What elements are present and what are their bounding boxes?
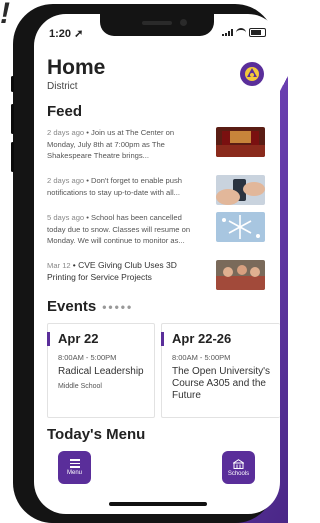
- speaker: [142, 21, 172, 25]
- app-screen: 1:20 ➚ Home District Feed 2 days ago • J…: [34, 14, 280, 514]
- feed-item-date: 2 days ago: [47, 128, 85, 137]
- mascot-logo-icon: [245, 67, 259, 81]
- event-title: The Open University's Course A305 and th…: [172, 366, 271, 401]
- feed-item-text: 2 days ago • Join us at The Center on Mo…: [47, 127, 199, 162]
- notch: [100, 14, 214, 36]
- hamburger-icon: [69, 459, 80, 468]
- status-icons: [222, 28, 266, 37]
- page-subtitle: District: [47, 81, 78, 92]
- feed-item-text: Mar 12 • CVE Giving Club Uses 3D Printin…: [47, 260, 199, 283]
- phone-hands-thumbnail: [216, 175, 265, 205]
- school-building-icon: [233, 458, 244, 469]
- mute-switch: [11, 76, 14, 92]
- home-indicator[interactable]: [109, 502, 207, 506]
- feed-item[interactable]: 2 days ago • Don't forget to enable push…: [47, 175, 265, 215]
- events-header: Events •••••: [47, 298, 133, 315]
- event-card[interactable]: Apr 22 8:00AM - 5:00PM Radical Leadershi…: [47, 323, 155, 418]
- wifi-icon: [236, 28, 246, 37]
- snowflake-thumbnail: [216, 212, 265, 242]
- battery-icon: [249, 28, 266, 37]
- status-time: 1:20 ➚: [49, 28, 84, 40]
- event-date: Apr 22: [58, 331, 99, 346]
- feed-item-date: 2 days ago: [47, 176, 85, 185]
- feed-item-date: 5 days ago: [47, 213, 85, 222]
- event-time: 8:00AM - 5:00PM: [172, 353, 231, 362]
- classroom-thumbnail: [216, 260, 265, 290]
- corner-mark: !: [0, 0, 10, 30]
- volume-up-button: [11, 104, 14, 134]
- event-card[interactable]: Apr 22-26 8:00AM - 5:00PM The Open Unive…: [161, 323, 280, 418]
- schools-button[interactable]: Schools: [222, 451, 255, 484]
- page-title: Home: [47, 56, 106, 79]
- schools-button-label: Schools: [227, 470, 250, 477]
- feed-item[interactable]: 2 days ago • Join us at The Center on Mo…: [47, 127, 265, 167]
- event-date: Apr 22-26: [172, 331, 232, 346]
- feed-item-text: 2 days ago • Don't forget to enable push…: [47, 175, 199, 198]
- feed-item-text: 5 days ago • School has been cancelled t…: [47, 212, 199, 247]
- event-title: Radical Leadership: [58, 366, 144, 377]
- phone-frame: 1:20 ➚ Home District Feed 2 days ago • J…: [11, 4, 280, 523]
- signal-icon: [222, 29, 233, 36]
- front-camera: [180, 19, 187, 26]
- feed-item[interactable]: 5 days ago • School has been cancelled t…: [47, 212, 265, 252]
- theater-thumbnail: [216, 127, 265, 157]
- feed-item-date: Mar 12: [47, 261, 71, 270]
- menu-button-label: Menu: [66, 469, 82, 476]
- more-dots-icon: •••••: [102, 300, 134, 314]
- menu-title: Today's Menu: [47, 426, 146, 443]
- feed-item[interactable]: Mar 12 • CVE Giving Club Uses 3D Printin…: [47, 260, 265, 300]
- menu-button[interactable]: Menu: [58, 451, 91, 484]
- event-accent-bar: [161, 332, 164, 346]
- volume-down-button: [11, 142, 14, 172]
- event-time: 8:00AM - 5:00PM: [58, 353, 117, 362]
- feed-title: Feed: [47, 103, 83, 120]
- events-title: Events: [47, 298, 97, 315]
- event-location: Middle School: [58, 383, 102, 390]
- district-logo-icon[interactable]: [240, 62, 264, 86]
- event-accent-bar: [47, 332, 50, 346]
